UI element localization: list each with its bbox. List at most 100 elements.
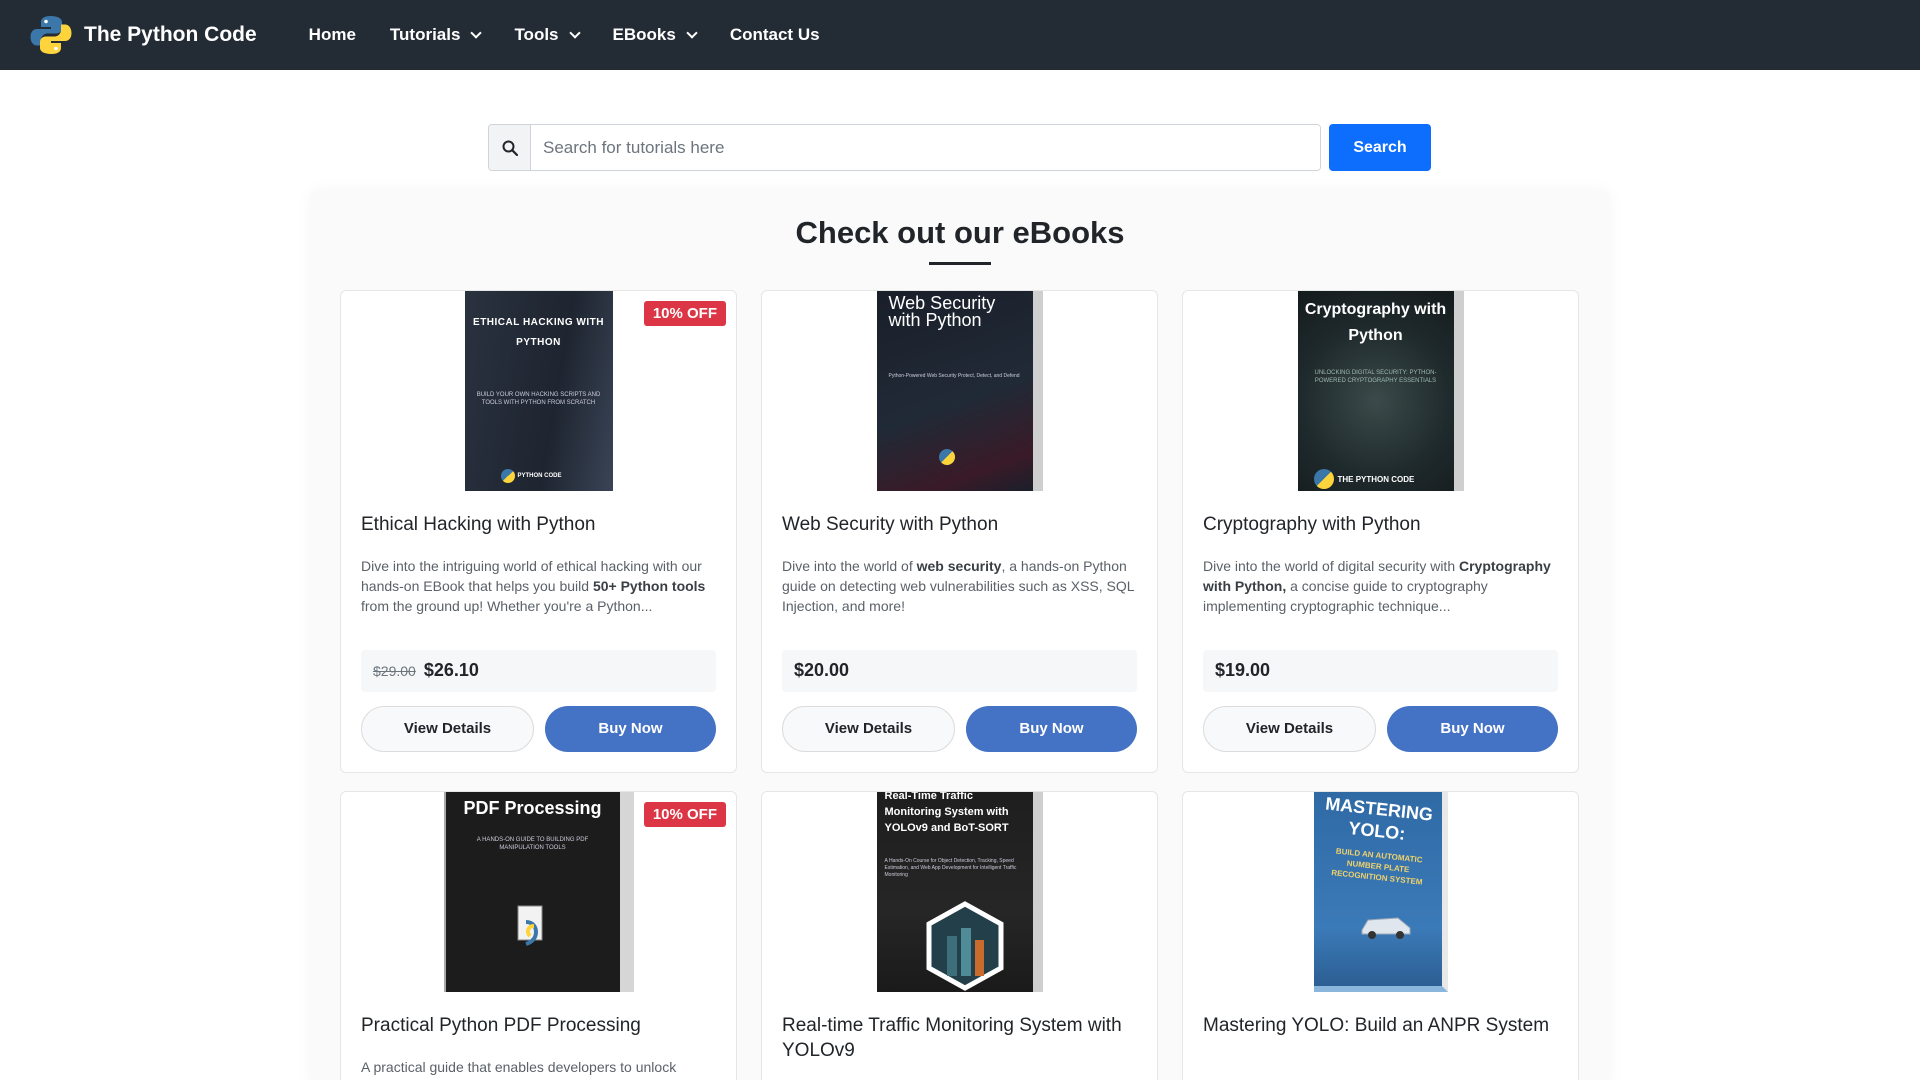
search-button[interactable]: Search — [1329, 124, 1431, 171]
card-body: Practical Python PDF Processing A practi… — [341, 1014, 736, 1080]
book-cover: Cryptography with Python UNLOCKING DIGIT… — [1297, 291, 1464, 491]
desc-text: Dive into the world of digital security … — [1203, 557, 1459, 574]
book-title[interactable]: Web Security with Python — [782, 513, 1137, 538]
price-box: $19.00 — [1203, 649, 1558, 692]
book-title[interactable]: Practical Python PDF Processing — [361, 1014, 716, 1039]
python-logo-icon — [1313, 469, 1334, 489]
price: $26.10 — [423, 660, 479, 681]
nav-ebooks-label: EBooks — [612, 25, 676, 44]
nav-menu: Home Tutorials Tools EBooks Contact Us — [309, 25, 854, 45]
ebook-card: Web Security with Python Python-Powered … — [761, 290, 1158, 773]
python-logo-icon — [938, 449, 955, 465]
book-cover: Real-Time Traffic Monitoring System with… — [876, 792, 1043, 992]
navbar: The Python Code Home Tutorials Tools EBo… — [0, 0, 1920, 70]
view-details-button[interactable]: View Details — [782, 705, 955, 752]
chevron-down-icon — [686, 26, 698, 39]
nav-ebooks-dropdown[interactable]: EBooks — [612, 25, 698, 45]
book-cover-area[interactable]: Cryptography with Python UNLOCKING DIGIT… — [1183, 291, 1578, 491]
card-actions: View Details Buy Now — [782, 705, 1137, 772]
search-input[interactable] — [531, 125, 1320, 170]
buy-now-button[interactable]: Buy Now — [1387, 705, 1558, 752]
ebook-card: MASTERING YOLO: BUILD AN AUTOMATIC NUMBE… — [1182, 791, 1579, 1080]
desc-text: from the ground up! Whether you're a Pyt… — [361, 597, 653, 614]
price-box: $20.00 — [782, 649, 1137, 692]
book-cover-area[interactable]: PDF Processing A HANDS-ON GUIDE TO BUILD… — [341, 792, 736, 992]
nav-tutorials-dropdown[interactable]: Tutorials — [390, 25, 483, 45]
desc-bold: 50+ Python tools — [592, 577, 706, 594]
book-cover: Web Security with Python Python-Powered … — [876, 291, 1043, 491]
search-bar: Search — [488, 124, 1431, 171]
nav-home[interactable]: Home — [309, 25, 356, 45]
book-description: Dive into the intriguing world of ethica… — [361, 556, 716, 618]
book-cover-brand: THE PYTHON CODE — [1313, 469, 1415, 489]
chevron-down-icon — [470, 26, 483, 39]
book-cover: PDF Processing A HANDS-ON GUIDE TO BUILD… — [443, 792, 634, 992]
nav-home-label: Home — [308, 25, 356, 44]
nav-tools-label: Tools — [514, 25, 559, 44]
price: $19.00 — [1215, 660, 1271, 681]
ebook-card: ETHICAL HACKING WITH PYTHON BUILD YOUR O… — [340, 290, 737, 773]
book-description: Dive into the world of digital security … — [1203, 556, 1558, 618]
book-title[interactable]: Cryptography with Python — [1203, 513, 1558, 538]
book-title[interactable]: Ethical Hacking with Python — [361, 513, 716, 538]
book-cover-brand-text: THE PYTHON CODE — [1337, 474, 1415, 484]
chevron-down-icon — [568, 26, 581, 39]
card-actions: View Details Buy Now — [1203, 705, 1558, 772]
card-body: Cryptography with Python Dive into the w… — [1183, 513, 1578, 772]
book-cover-brand-text: PYTHON CODE — [517, 473, 562, 479]
nav-contact[interactable]: Contact Us — [730, 25, 820, 45]
buy-now-button[interactable]: Buy Now — [966, 705, 1137, 752]
book-cover: ETHICAL HACKING WITH PYTHON BUILD YOUR O… — [464, 291, 613, 491]
python-logo-icon — [500, 469, 515, 483]
hexagon-city-icon — [926, 901, 1003, 991]
book-cover-area[interactable]: ETHICAL HACKING WITH PYTHON BUILD YOUR O… — [341, 291, 736, 491]
book-cover-subtitle: Python-Powered Web Security Protect, Det… — [888, 373, 1020, 379]
brand-name: The Python Code — [84, 23, 257, 46]
book-cover-subtitle: UNLOCKING DIGITAL SECURITY: PYTHON-POWER… — [1314, 370, 1437, 385]
card-body: Web Security with Python Dive into the w… — [762, 513, 1157, 772]
book-cover-title: Cryptography with Python — [1304, 301, 1447, 344]
python-logo-icon — [30, 16, 72, 54]
document-icon — [517, 905, 542, 946]
book-title[interactable]: Real-time Traffic Monitoring System with… — [782, 1014, 1137, 1063]
brand-link[interactable]: The Python Code — [30, 14, 257, 56]
book-cover-title: PDF Processing — [463, 798, 602, 818]
buy-now-button[interactable]: Buy Now — [545, 705, 716, 752]
old-price: $29.00 — [373, 662, 416, 679]
book-cover: MASTERING YOLO: BUILD AN AUTOMATIC NUMBE… — [1313, 792, 1448, 992]
book-cover-subtitle: BUILD AN AUTOMATIC NUMBER PLATE RECOGNIT… — [1330, 846, 1423, 888]
view-details-button[interactable]: View Details — [1203, 705, 1376, 752]
book-cover-subtitle: A Hands-On Course for Object Detection, … — [884, 858, 1017, 878]
price: $20.00 — [794, 660, 850, 681]
price-box: $29.00 $26.10 — [361, 649, 716, 692]
book-cover-title: Web Security with Python — [888, 293, 996, 330]
discount-badge: 10% OFF — [643, 802, 726, 827]
search-icon — [502, 140, 518, 156]
ebook-card: Cryptography with Python UNLOCKING DIGIT… — [1182, 290, 1579, 773]
title-underline — [929, 262, 991, 265]
book-cover-title: ETHICAL HACKING WITH PYTHON — [473, 317, 604, 348]
book-title[interactable]: Mastering YOLO: Build an ANPR System — [1203, 1014, 1558, 1039]
ebook-card: Real-Time Traffic Monitoring System with… — [761, 791, 1158, 1080]
book-cover-title: MASTERING YOLO: — [1323, 793, 1434, 844]
book-description: A practical guide that enables developer… — [361, 1057, 716, 1080]
book-cover-area[interactable]: Real-Time Traffic Monitoring System with… — [762, 792, 1157, 992]
car-icon — [1361, 917, 1410, 939]
card-body: Mastering YOLO: Build an ANPR System — [1183, 1014, 1578, 1039]
view-details-button[interactable]: View Details — [361, 705, 534, 752]
search-group — [488, 124, 1321, 171]
book-cover-brand: PYTHON CODE — [500, 469, 562, 483]
book-cover-subtitle: BUILD YOUR OWN HACKING SCRIPTS AND TOOLS… — [476, 392, 601, 407]
search-addon — [489, 125, 531, 170]
desc-text: A practical guide that enables developer… — [361, 1058, 677, 1075]
book-cover-subtitle: A HANDS-ON GUIDE TO BUILDING PDF MANIPUL… — [476, 837, 589, 852]
card-body: Ethical Hacking with Python Dive into th… — [341, 513, 736, 772]
desc-bold: web security — [916, 557, 1002, 574]
nav-tools-dropdown[interactable]: Tools — [514, 25, 581, 45]
desc-text: Dive into the world of — [782, 557, 917, 574]
book-description: Dive into the world of web security, a h… — [782, 556, 1137, 618]
book-cover-area[interactable]: MASTERING YOLO: BUILD AN AUTOMATIC NUMBE… — [1183, 792, 1578, 992]
nav-contact-label: Contact Us — [729, 25, 820, 44]
card-body: Real-time Traffic Monitoring System with… — [762, 1014, 1157, 1063]
book-cover-area[interactable]: Web Security with Python Python-Powered … — [762, 291, 1157, 491]
